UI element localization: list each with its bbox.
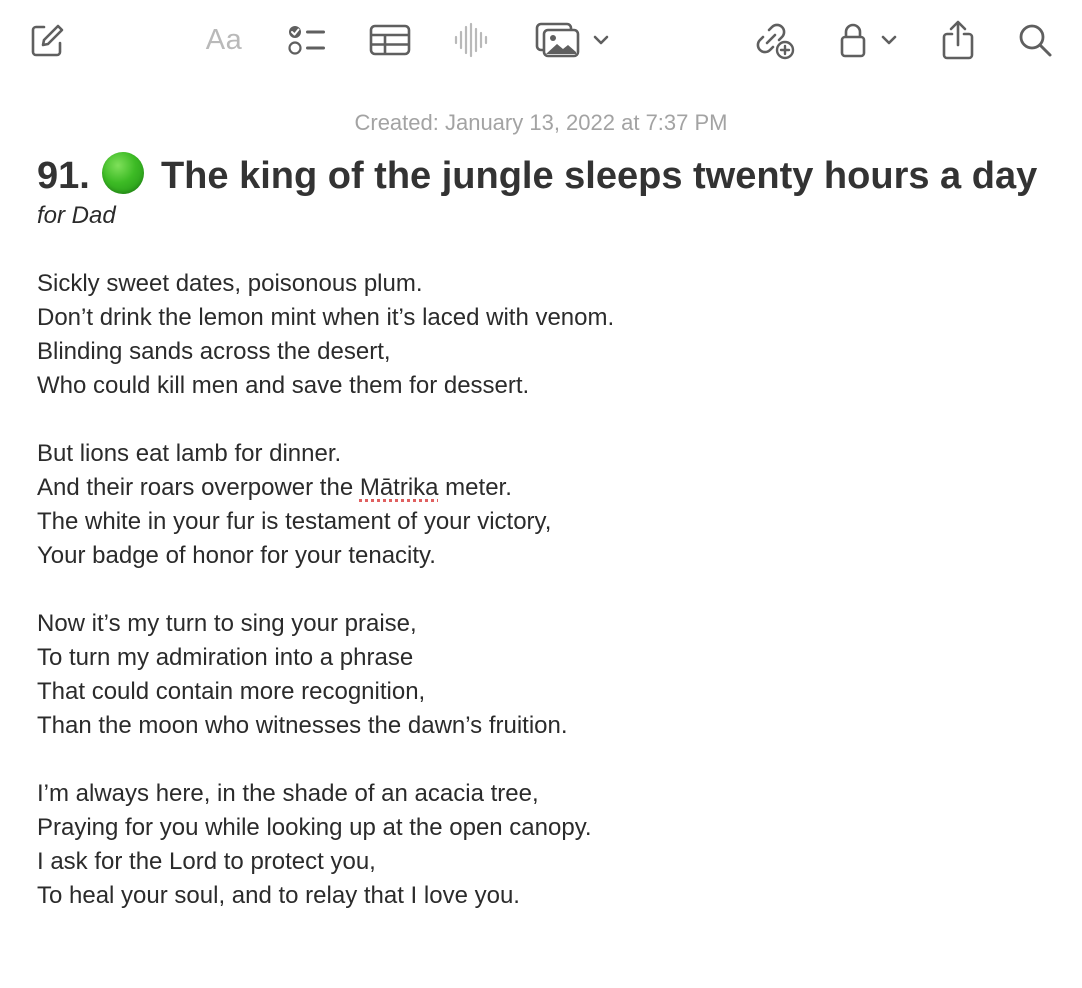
note-number: 91.	[37, 155, 90, 197]
poem-line: I’m always here, in the shade of an acac…	[37, 780, 539, 807]
note-title: 91. The king of the jungle sleeps twenty…	[37, 152, 1047, 199]
poem-line: Don’t drink the lemon mint when it’s lac…	[37, 304, 615, 331]
poem-line: Now it’s my turn to sing your praise,	[37, 610, 417, 637]
lock-button[interactable]	[839, 18, 867, 62]
poem-line: Than the moon who witnesses the dawn’s f…	[37, 712, 568, 739]
chevron-down-icon	[880, 34, 898, 46]
share-icon	[941, 20, 975, 60]
toolbar: Aa	[0, 0, 1082, 80]
table-icon	[369, 23, 411, 57]
search-icon	[1017, 22, 1053, 58]
poem-line: To heal your soul, and to relay that I l…	[37, 882, 520, 909]
poem-line: The white in your fur is testament of yo…	[37, 508, 552, 535]
poem-line: That could contain more recognition,	[37, 678, 426, 705]
poem-line: Sickly sweet dates, poisonous plum.	[37, 270, 423, 297]
format-text-button[interactable]: Aa	[200, 18, 248, 62]
table-button[interactable]	[369, 18, 411, 62]
media-button[interactable]	[534, 18, 582, 62]
collaborate-button[interactable]	[752, 18, 796, 62]
created-date: Created: January 13, 2022 at 7:37 PM	[354, 110, 728, 135]
compose-icon	[29, 22, 65, 58]
search-button[interactable]	[1016, 18, 1054, 62]
poem-line: Blinding sands across the desert,	[37, 338, 391, 365]
chevron-down-icon	[592, 34, 610, 46]
format-text-icon: Aa	[205, 23, 243, 56]
poem-line: And their roars overpower the Mātrika me…	[37, 471, 1047, 505]
checklist-icon	[287, 22, 327, 58]
poem-line: But lions eat lamb for dinner.	[37, 440, 342, 467]
media-icon	[535, 21, 581, 59]
share-button[interactable]	[940, 18, 976, 62]
line-text: meter.	[438, 474, 512, 501]
note-body[interactable]: 91. The king of the jungle sleeps twenty…	[37, 152, 1047, 913]
stanza: Now it’s my turn to sing your praise, To…	[37, 607, 1047, 743]
audio-waveform-icon	[452, 22, 488, 58]
poem-line: Praying for you while looking up at the …	[37, 814, 592, 841]
audio-button[interactable]	[451, 18, 489, 62]
note-title-text: The king of the jungle sleeps twenty hou…	[160, 155, 1038, 197]
stanza: But lions eat lamb for dinner. And their…	[37, 437, 1047, 573]
line-text: And their roars overpower the	[37, 474, 360, 501]
misspelled-word[interactable]: Mātrika	[360, 474, 439, 501]
lock-icon	[840, 21, 866, 59]
stanza: Sickly sweet dates, poisonous plum. Don’…	[37, 267, 1047, 403]
collaborate-icon	[753, 20, 795, 60]
green-circle-emoji	[102, 152, 145, 194]
media-menu-button[interactable]	[590, 18, 612, 62]
stanza: I’m always here, in the shade of an acac…	[37, 777, 1047, 913]
note-subtitle: for Dad	[37, 202, 116, 229]
poem-line: Who could kill men and save them for des…	[37, 372, 530, 399]
checklist-button[interactable]	[286, 18, 328, 62]
lock-menu-button[interactable]	[878, 18, 900, 62]
poem-line: I ask for the Lord to protect you,	[37, 848, 376, 875]
poem-line: Your badge of honor for your tenacity.	[37, 542, 436, 569]
poem-line: To turn my admiration into a phrase	[37, 644, 414, 671]
compose-button[interactable]	[28, 18, 66, 62]
